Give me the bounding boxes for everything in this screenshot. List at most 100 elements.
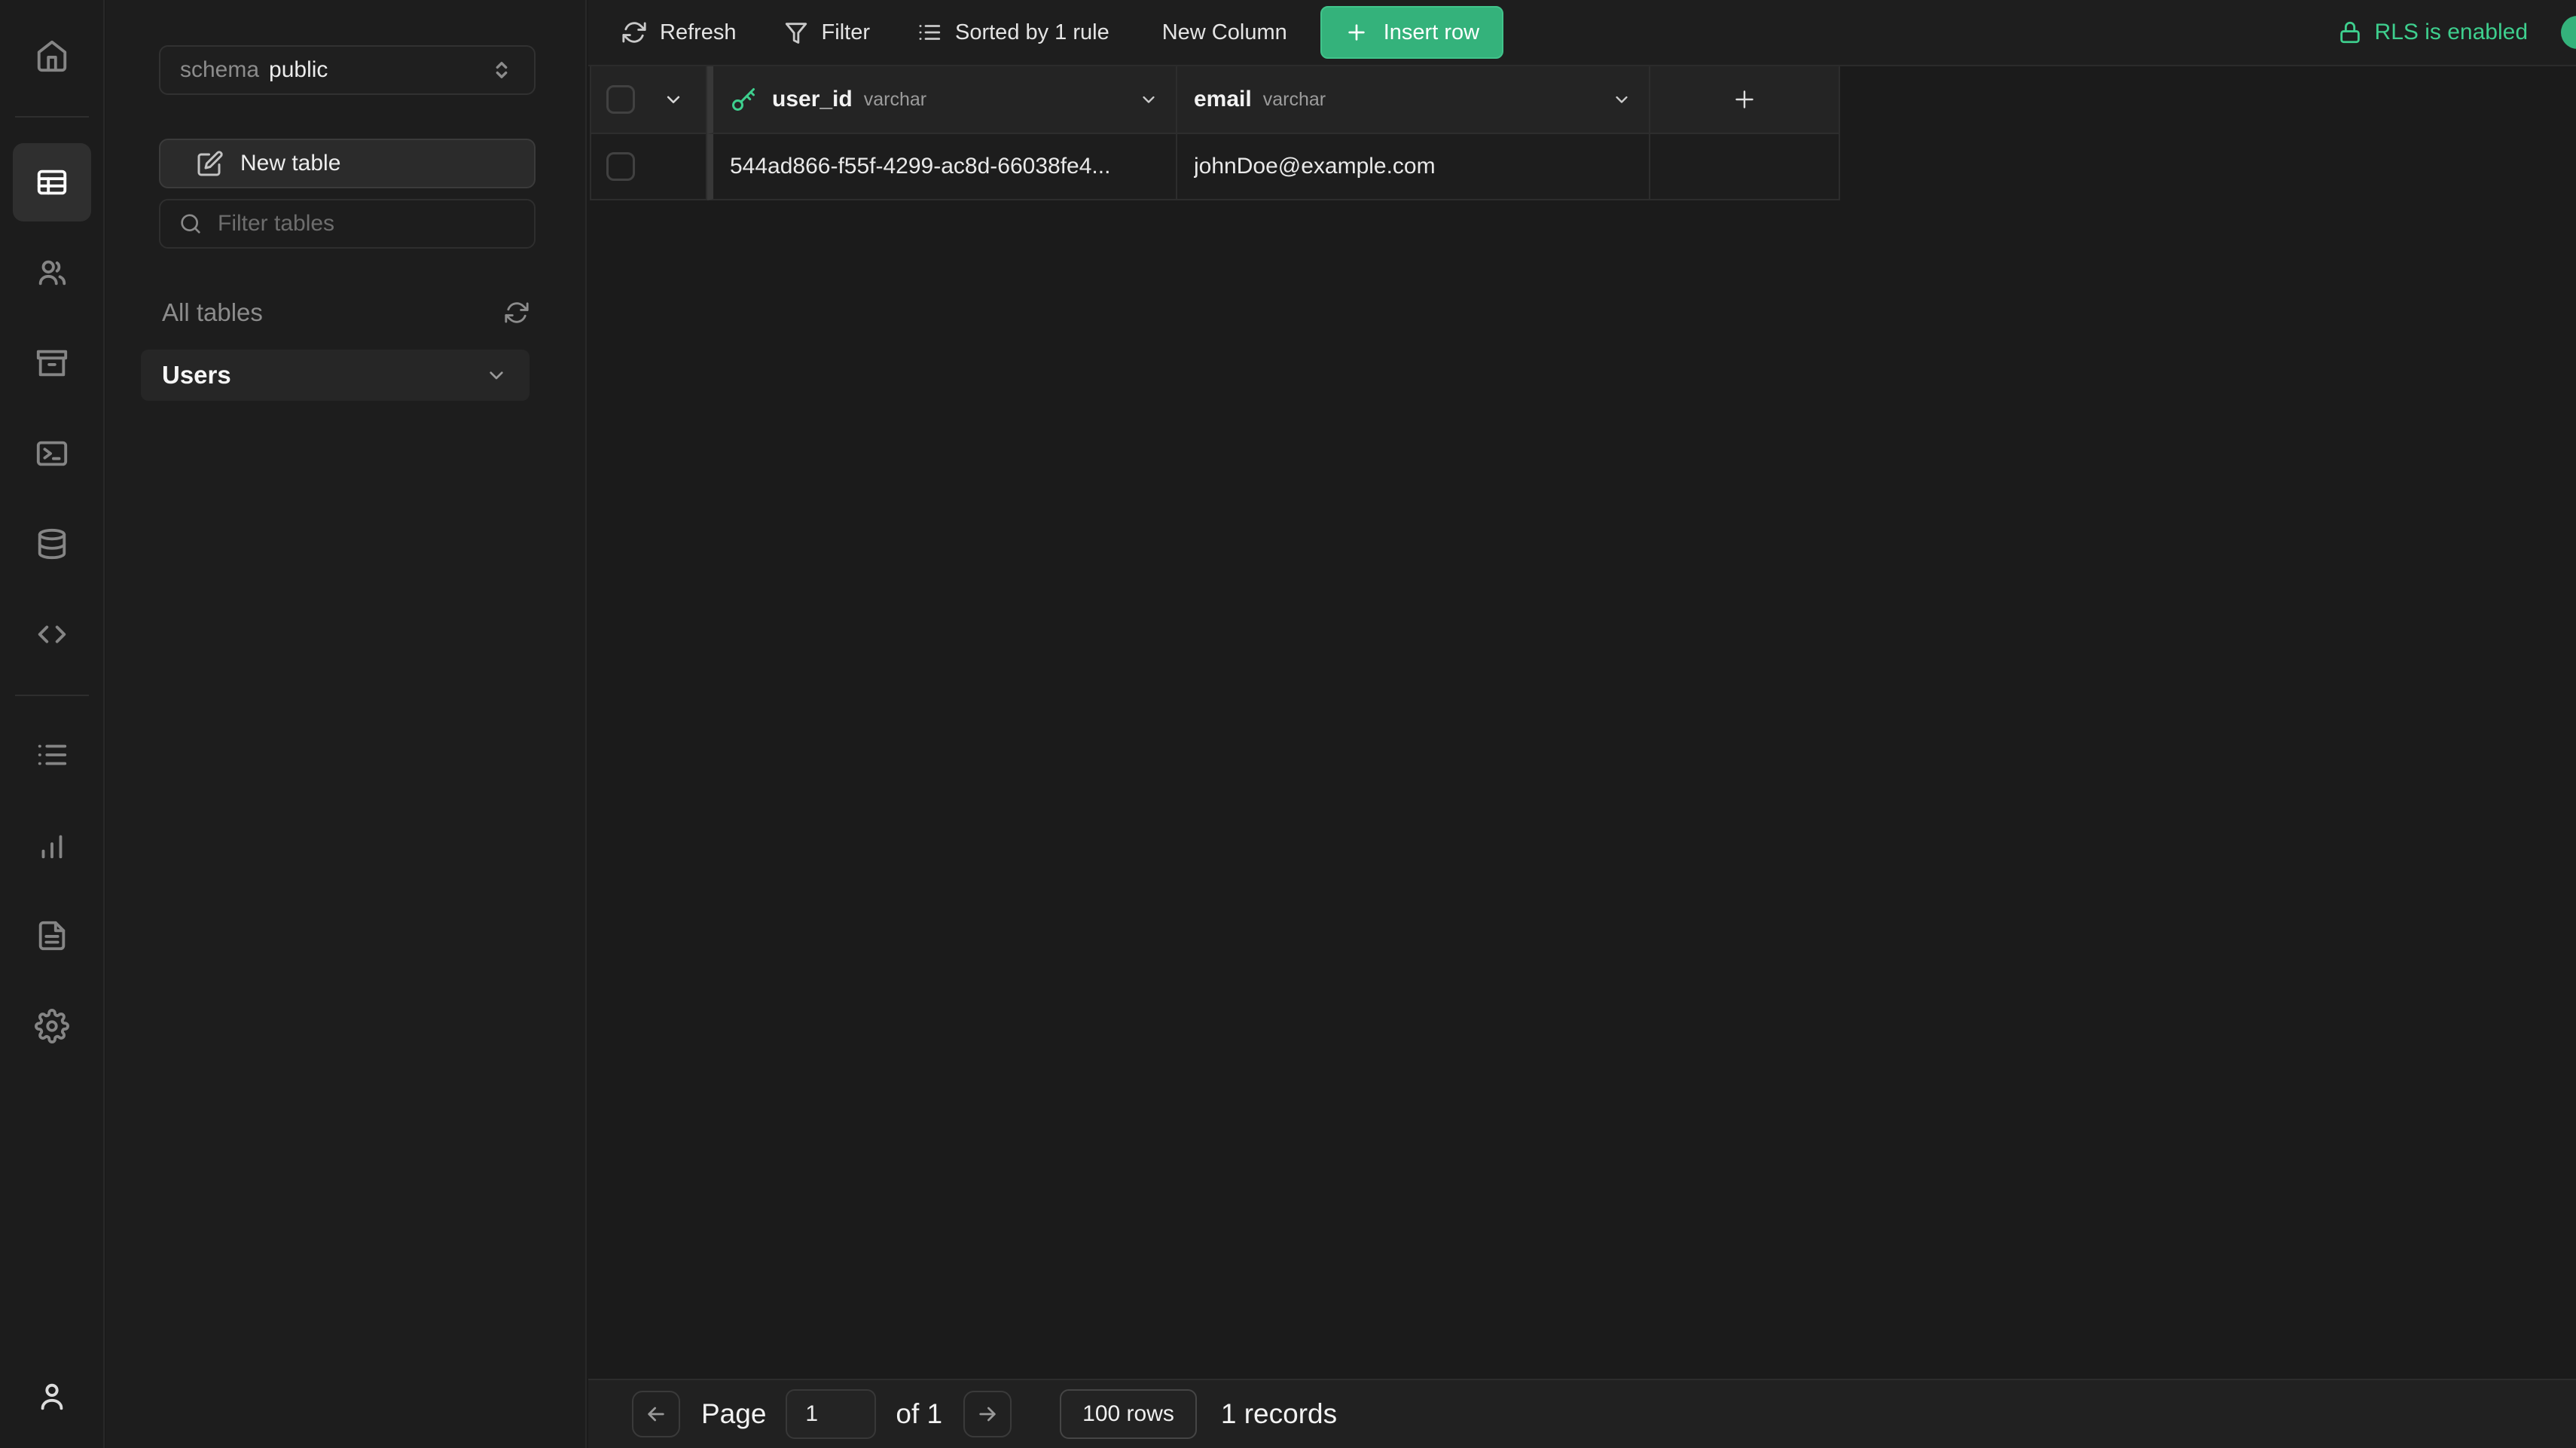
primary-key-icon — [730, 86, 757, 113]
grid-toolbar: Refresh Filter Sorted by 1 rule New Colu… — [588, 0, 2576, 66]
new-column-button[interactable]: New Column — [1162, 20, 1287, 45]
records-count-label: 1 records — [1221, 1398, 1337, 1430]
sidebar-item-docs[interactable] — [19, 903, 85, 969]
table-item-label: Users — [162, 361, 231, 389]
logs-icon — [35, 738, 69, 772]
column-type: varchar — [864, 89, 926, 111]
database-icon — [35, 527, 69, 561]
cell-value: 544ad866-f55f-4299-ac8d-66038fe4... — [730, 154, 1110, 179]
sidebar-table-item-users[interactable]: Users — [141, 350, 530, 401]
rail-divider — [15, 695, 89, 696]
all-tables-label: All tables — [162, 298, 263, 327]
api-code-icon — [35, 617, 69, 652]
sql-editor-icon — [35, 436, 69, 471]
lock-icon — [2337, 20, 2375, 45]
next-page-button[interactable] — [963, 1391, 1012, 1437]
search-icon — [179, 212, 203, 236]
storage-icon — [35, 346, 69, 380]
add-column-icon — [1731, 86, 1758, 113]
sidebar-item-table-editor[interactable] — [13, 143, 91, 221]
column-type: varchar — [1263, 89, 1326, 111]
column-header-email[interactable]: email varchar — [1177, 66, 1650, 134]
page-number-input[interactable] — [786, 1389, 876, 1439]
docs-icon — [35, 918, 69, 953]
sidebar-item-storage[interactable] — [19, 330, 85, 396]
filter-tables-field — [159, 199, 536, 249]
sidebar-item-home[interactable] — [19, 23, 85, 89]
chevrons-up-down-icon — [489, 57, 514, 83]
tables-sidebar: schema public New table All tables Users — [106, 0, 587, 1448]
rls-status-label: RLS is enabled — [2375, 20, 2528, 45]
schema-select-value: public — [269, 57, 328, 83]
insert-row-button[interactable]: Insert row — [1320, 6, 1503, 59]
schema-select[interactable]: schema public — [159, 45, 536, 95]
new-table-label: New table — [240, 151, 340, 176]
arrow-right-icon — [975, 1402, 1000, 1426]
filter-tables-input[interactable] — [218, 211, 516, 237]
new-table-button[interactable]: New table — [159, 139, 536, 188]
header-select-cell — [590, 66, 707, 134]
data-grid: user_id varchar email varchar — [590, 66, 1840, 200]
filter-label: Filter — [822, 20, 870, 45]
sort-label: Sorted by 1 rule — [955, 20, 1109, 45]
table-editor-main: Refresh Filter Sorted by 1 rule New Colu… — [588, 0, 2576, 1448]
cell-value: johnDoe@example.com — [1194, 154, 1436, 179]
column-menu-chevron-icon[interactable] — [1138, 89, 1159, 110]
schema-select-label: schema — [180, 57, 259, 83]
sidebar-item-logs[interactable] — [19, 722, 85, 788]
page-total-label: of 1 — [896, 1398, 942, 1430]
cell-email[interactable]: johnDoe@example.com — [1177, 134, 1650, 200]
sort-list-icon — [917, 20, 955, 45]
cell-user-id[interactable]: 544ad866-f55f-4299-ac8d-66038fe4... — [707, 134, 1177, 200]
account-icon — [35, 1379, 69, 1414]
page-label: Page — [701, 1398, 766, 1430]
rows-per-page-button[interactable]: 100 rows — [1060, 1389, 1197, 1439]
sidebar-item-database[interactable] — [19, 511, 85, 577]
sort-button[interactable]: Sorted by 1 rule — [917, 20, 1109, 45]
refresh-label: Refresh — [660, 20, 737, 45]
column-name: user_id — [772, 87, 853, 112]
rls-status-button[interactable]: RLS is enabled — [2337, 20, 2528, 45]
rail-divider — [15, 116, 89, 118]
row-select-cell — [590, 134, 707, 200]
add-column-header-cell[interactable] — [1650, 66, 1840, 134]
new-column-label: New Column — [1162, 20, 1287, 45]
app-window: schema public New table All tables Users — [0, 0, 2576, 1448]
auth-users-icon — [35, 255, 69, 290]
home-icon — [35, 38, 69, 73]
plus-icon — [1344, 20, 1384, 44]
select-all-checkbox[interactable] — [606, 85, 635, 114]
table-editor-icon — [35, 165, 69, 200]
sidebar-item-reports[interactable] — [19, 812, 85, 878]
rows-per-page-label: 100 rows — [1082, 1401, 1174, 1427]
sidebar-item-sql-editor[interactable] — [19, 420, 85, 487]
sidebar-item-account[interactable] — [19, 1364, 85, 1430]
sidebar-item-settings[interactable] — [19, 993, 85, 1059]
refresh-tables-icon[interactable] — [504, 300, 530, 325]
cell-empty — [1650, 134, 1840, 200]
row-checkbox[interactable] — [606, 152, 635, 181]
nav-rail — [0, 0, 105, 1448]
chevron-down-icon — [484, 363, 508, 387]
expand-row-chevron-icon[interactable] — [662, 88, 685, 111]
insert-row-label: Insert row — [1384, 20, 1479, 45]
column-name: email — [1194, 87, 1252, 112]
arrow-left-icon — [644, 1402, 668, 1426]
grid-data-row: 544ad866-f55f-4299-ac8d-66038fe4... john… — [590, 134, 1840, 200]
pagination-footer: Page of 1 100 rows 1 records — [588, 1379, 2576, 1448]
filter-funnel-icon — [783, 20, 822, 45]
sidebar-item-auth[interactable] — [19, 240, 85, 306]
edit-icon — [197, 150, 224, 177]
column-menu-chevron-icon[interactable] — [1611, 89, 1632, 110]
column-header-user-id[interactable]: user_id varchar — [707, 66, 1177, 134]
all-tables-header: All tables — [162, 298, 530, 327]
refresh-icon — [621, 20, 660, 45]
status-dot[interactable] — [2561, 16, 2576, 49]
settings-icon — [35, 1009, 69, 1043]
filter-button[interactable]: Filter — [783, 20, 870, 45]
grid-header-row: user_id varchar email varchar — [590, 66, 1840, 134]
sidebar-item-api[interactable] — [19, 601, 85, 667]
refresh-button[interactable]: Refresh — [621, 20, 737, 45]
reports-icon — [35, 828, 69, 863]
previous-page-button[interactable] — [632, 1391, 680, 1437]
